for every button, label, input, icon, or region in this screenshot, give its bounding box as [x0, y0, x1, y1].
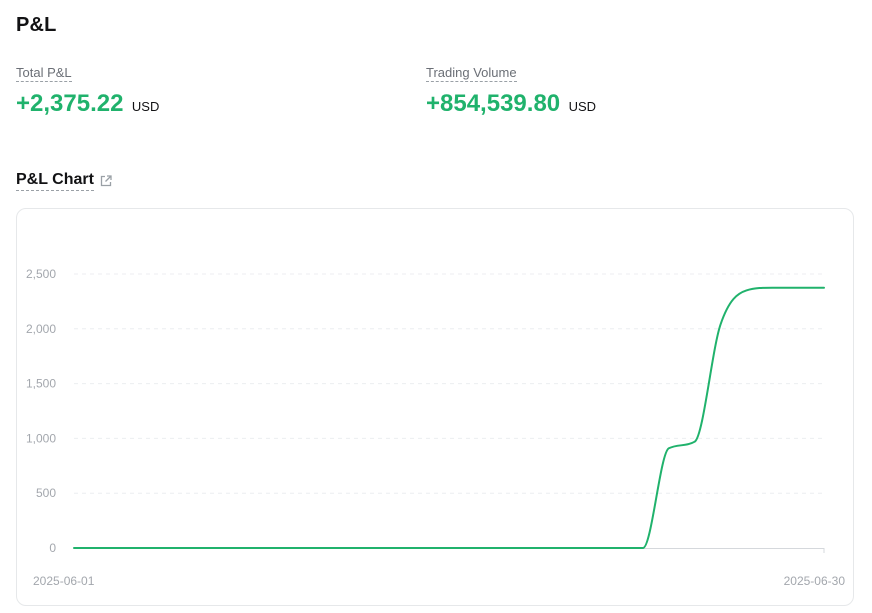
chart-title[interactable]: P&L Chart [16, 171, 94, 191]
total-pnl-unit: USD [131, 99, 160, 114]
trading-volume-stat: Trading Volume +854,539.80 USD [426, 64, 596, 118]
page-title: P&L [16, 14, 57, 36]
total-pnl-value-row: +2,375.22 USD [16, 90, 159, 118]
external-link-icon[interactable] [99, 174, 113, 188]
trading-volume-unit: USD [568, 99, 597, 114]
total-pnl-label[interactable]: Total P&L [16, 65, 72, 82]
total-pnl-stat: Total P&L +2,375.22 USD [16, 64, 159, 118]
chart-heading: P&L Chart [16, 171, 113, 191]
chart-card [16, 208, 854, 606]
trading-volume-value: +854,539.80 [426, 90, 561, 117]
trading-volume-label[interactable]: Trading Volume [426, 65, 517, 82]
total-pnl-value: +2,375.22 [16, 90, 124, 117]
trading-volume-value-row: +854,539.80 USD [426, 90, 596, 118]
